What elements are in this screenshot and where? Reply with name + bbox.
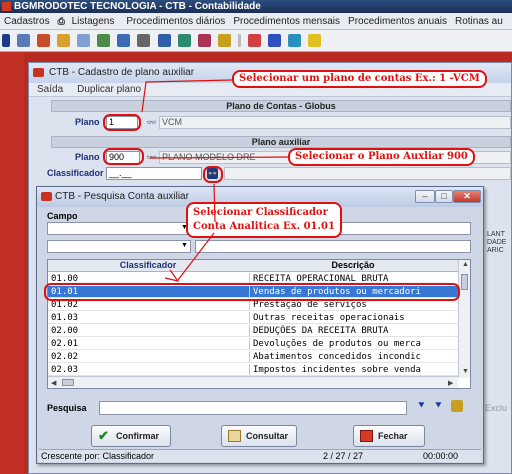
annotation-arrows [141, 79, 289, 282]
arrow-to-row [177, 232, 215, 281]
arrow-to-plano [141, 79, 233, 113]
arrow-to-lookup [213, 183, 216, 223]
arrow-head-row [164, 269, 180, 282]
arrow-to-aux-plano [149, 156, 289, 159]
